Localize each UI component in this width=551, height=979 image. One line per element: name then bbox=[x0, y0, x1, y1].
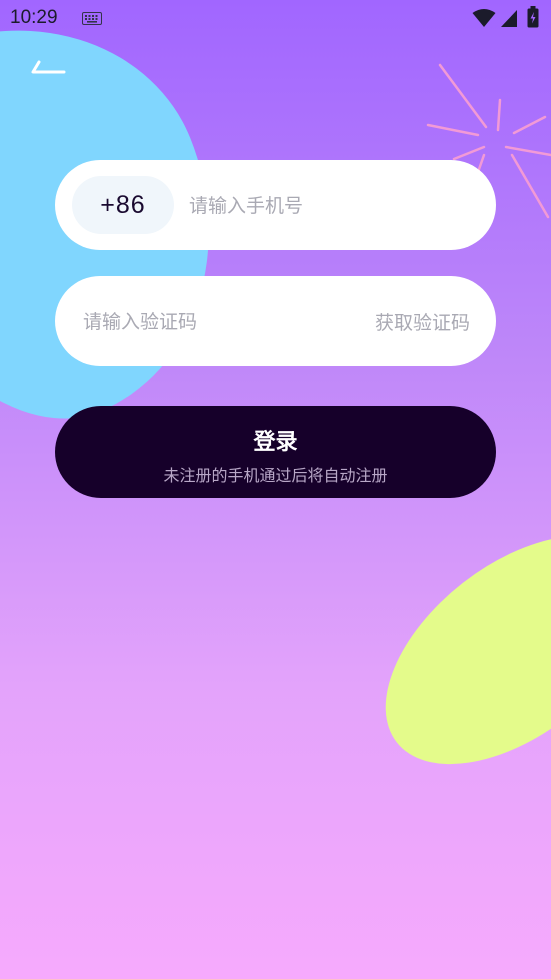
status-bar: 10:29 bbox=[0, 0, 551, 36]
get-code-button[interactable]: 获取验证码 bbox=[375, 308, 470, 335]
keyboard-icon bbox=[82, 12, 102, 25]
phone-field: +86 bbox=[55, 160, 496, 250]
wifi-icon bbox=[472, 9, 496, 27]
login-button[interactable]: 登录 未注册的手机通过后将自动注册 bbox=[55, 406, 496, 498]
login-screen: 10:29 +86 请输入手机号 请输入验证码 获取验证码 登录 未注册的手机通… bbox=[0, 0, 551, 979]
decorative-yellow-blob bbox=[344, 490, 551, 810]
verification-code-input[interactable] bbox=[81, 296, 345, 348]
verification-code-field: 获取验证码 bbox=[55, 276, 496, 366]
login-hint: 未注册的手机通过后将自动注册 bbox=[163, 466, 388, 485]
login-label: 登录 bbox=[253, 430, 298, 455]
signal-icon bbox=[501, 10, 517, 27]
back-arrow-icon bbox=[31, 60, 66, 74]
phone-input[interactable] bbox=[187, 180, 481, 232]
battery-charging-icon bbox=[527, 6, 539, 28]
status-time: 10:29 bbox=[10, 7, 58, 28]
country-code-selector[interactable]: +86 bbox=[72, 176, 174, 234]
back-button[interactable] bbox=[26, 55, 70, 85]
